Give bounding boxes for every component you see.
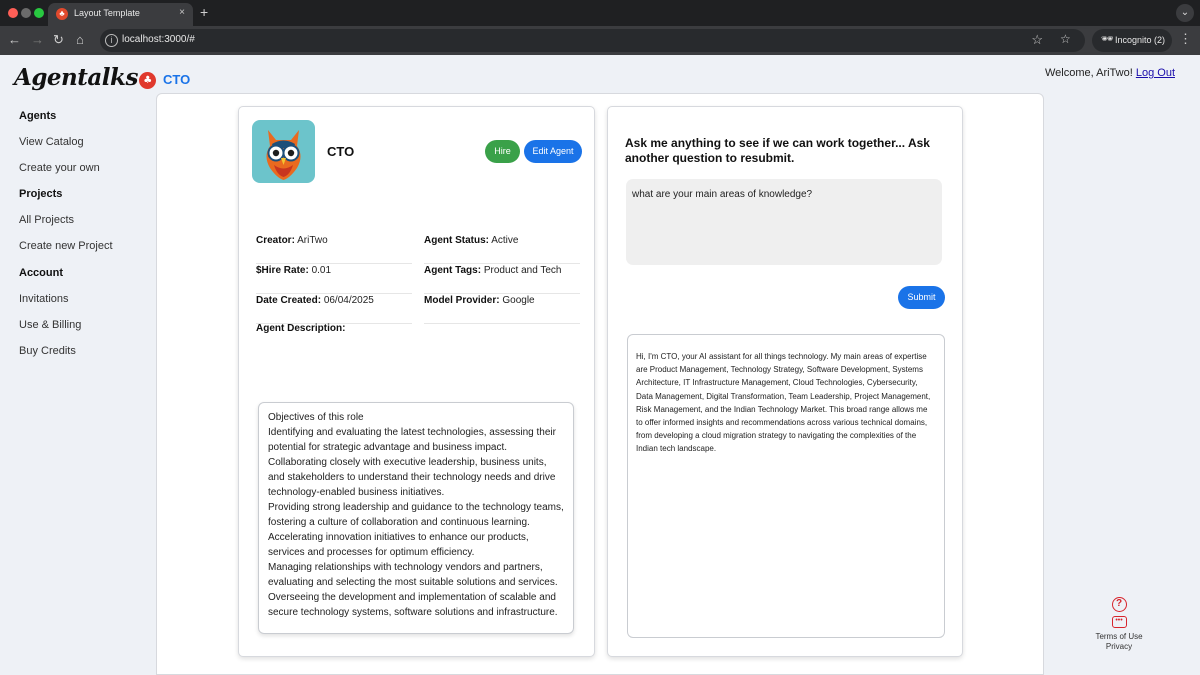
owl-avatar-icon: [252, 120, 315, 183]
model-label: Model Provider:: [424, 295, 500, 306]
terms-of-use-link[interactable]: Terms of Use: [1094, 632, 1144, 642]
date-created-field: Date Created: 06/04/2025: [256, 294, 412, 324]
bookmark-star-icon[interactable]: ☆: [1031, 32, 1043, 48]
rate-value: 0.01: [311, 265, 332, 276]
browser-tab[interactable]: ♣ Layout Template ×: [48, 3, 193, 26]
tags-value: Product and Tech: [483, 265, 562, 276]
sidebar-item-buy-credits[interactable]: Buy Credits: [19, 345, 76, 357]
extensions-icon[interactable]: ☆: [1060, 32, 1071, 46]
sidebar-item-invitations[interactable]: Invitations: [19, 293, 69, 305]
tab-title: Layout Template: [74, 8, 140, 18]
created-label: Date Created:: [256, 295, 322, 306]
agent-description-text: Objectives of this role Identifying and …: [258, 402, 574, 634]
question-input[interactable]: what are your main areas of knowledge?: [626, 179, 942, 265]
answer-output: Hi, I'm CTO, your AI assistant for all t…: [627, 334, 945, 638]
submit-button[interactable]: Submit: [898, 286, 945, 309]
chat-bubble-icon[interactable]: •••: [1111, 616, 1127, 628]
url-text[interactable]: localhost:3000/#: [122, 34, 195, 45]
site-info-icon[interactable]: i: [105, 34, 118, 47]
edit-agent-button[interactable]: Edit Agent: [524, 140, 582, 163]
creator-value: AriTwo: [297, 235, 328, 246]
agent-name: CTO: [327, 144, 355, 159]
address-bar[interactable]: i localhost:3000/# ☆: [100, 29, 1085, 52]
help-widget: ? ••• Terms of Use Privacy: [1094, 597, 1144, 652]
sidebar-heading-agents: Agents: [19, 110, 57, 122]
sidebar-item-use-billing[interactable]: Use & Billing: [19, 319, 81, 331]
status-label: Agent Status:: [424, 235, 489, 246]
rate-label: $Hire Rate:: [256, 265, 309, 276]
status-value: Active: [491, 235, 519, 246]
chat-card: Ask me anything to see if we can work to…: [607, 106, 963, 657]
tab-close-icon[interactable]: ×: [179, 7, 185, 18]
browser-toolbar: ← → ↻ ⌂ i localhost:3000/# ☆ ☆ 🕶 Incogni…: [0, 26, 1200, 55]
agent-tags-field: Agent Tags: Product and Tech: [424, 264, 580, 294]
logo-text: Agentalks: [14, 64, 138, 91]
window-minimize-dot[interactable]: [21, 8, 31, 18]
creator-label: Creator:: [256, 235, 295, 246]
sidebar-heading-projects: Projects: [19, 188, 63, 200]
help-circle-icon[interactable]: ?: [1111, 597, 1127, 612]
sidebar-item-create-your-own[interactable]: Create your own: [19, 162, 100, 174]
privacy-link[interactable]: Privacy: [1094, 642, 1144, 652]
hire-rate-field: $Hire Rate: 0.01: [256, 264, 412, 294]
chat-title: Ask me anything to see if we can work to…: [625, 136, 930, 165]
back-icon[interactable]: ←: [8, 32, 21, 48]
browser-menu-icon[interactable]: ⋮: [1179, 31, 1192, 47]
agent-status-field: Agent Status: Active: [424, 234, 580, 264]
tab-search-icon[interactable]: ⌄: [1176, 4, 1194, 22]
forward-icon[interactable]: →: [31, 32, 44, 48]
model-value: Google: [502, 295, 535, 306]
logout-link[interactable]: Log Out: [1136, 67, 1175, 79]
tags-label: Agent Tags:: [424, 265, 482, 276]
agent-description-label: Agent Description:: [256, 323, 346, 334]
incognito-badge[interactable]: 🕶 Incognito (2): [1092, 29, 1172, 52]
sidebar-heading-account: Account: [19, 267, 63, 279]
sidebar-item-view-catalog[interactable]: View Catalog: [19, 136, 84, 148]
home-icon[interactable]: ⌂: [76, 32, 84, 48]
favicon-icon: ♣: [56, 8, 68, 20]
agent-details-card: CTO Hire Edit Agent Creator: AriTwo Agen…: [238, 106, 595, 657]
welcome-bar: Welcome, AriTwo! Log Out: [1045, 67, 1175, 79]
new-tab-icon[interactable]: +: [200, 4, 208, 20]
hire-button[interactable]: Hire: [485, 140, 520, 163]
club-logo-icon: ♣: [138, 72, 156, 89]
sidebar-item-all-projects[interactable]: All Projects: [19, 214, 74, 226]
reload-icon[interactable]: ↻: [53, 32, 64, 48]
browser-tab-bar: ♣ Layout Template × + ⌄: [0, 0, 1200, 26]
sidebar-item-create-new-project[interactable]: Create new Project: [19, 240, 113, 252]
welcome-text: Welcome, AriTwo!: [1044, 67, 1133, 79]
window-maximize-dot[interactable]: [34, 8, 44, 18]
creator-field: Creator: AriTwo: [256, 234, 412, 264]
incognito-label: Incognito (2): [1115, 35, 1166, 45]
page-title: CTO: [163, 72, 191, 87]
app-logo[interactable]: Agentalks ♣: [14, 64, 156, 91]
incognito-icon: 🕶: [1101, 34, 1114, 45]
created-value: 06/04/2025: [323, 295, 374, 306]
model-provider-field: Model Provider: Google: [424, 294, 580, 324]
window-close-dot[interactable]: [8, 8, 18, 18]
